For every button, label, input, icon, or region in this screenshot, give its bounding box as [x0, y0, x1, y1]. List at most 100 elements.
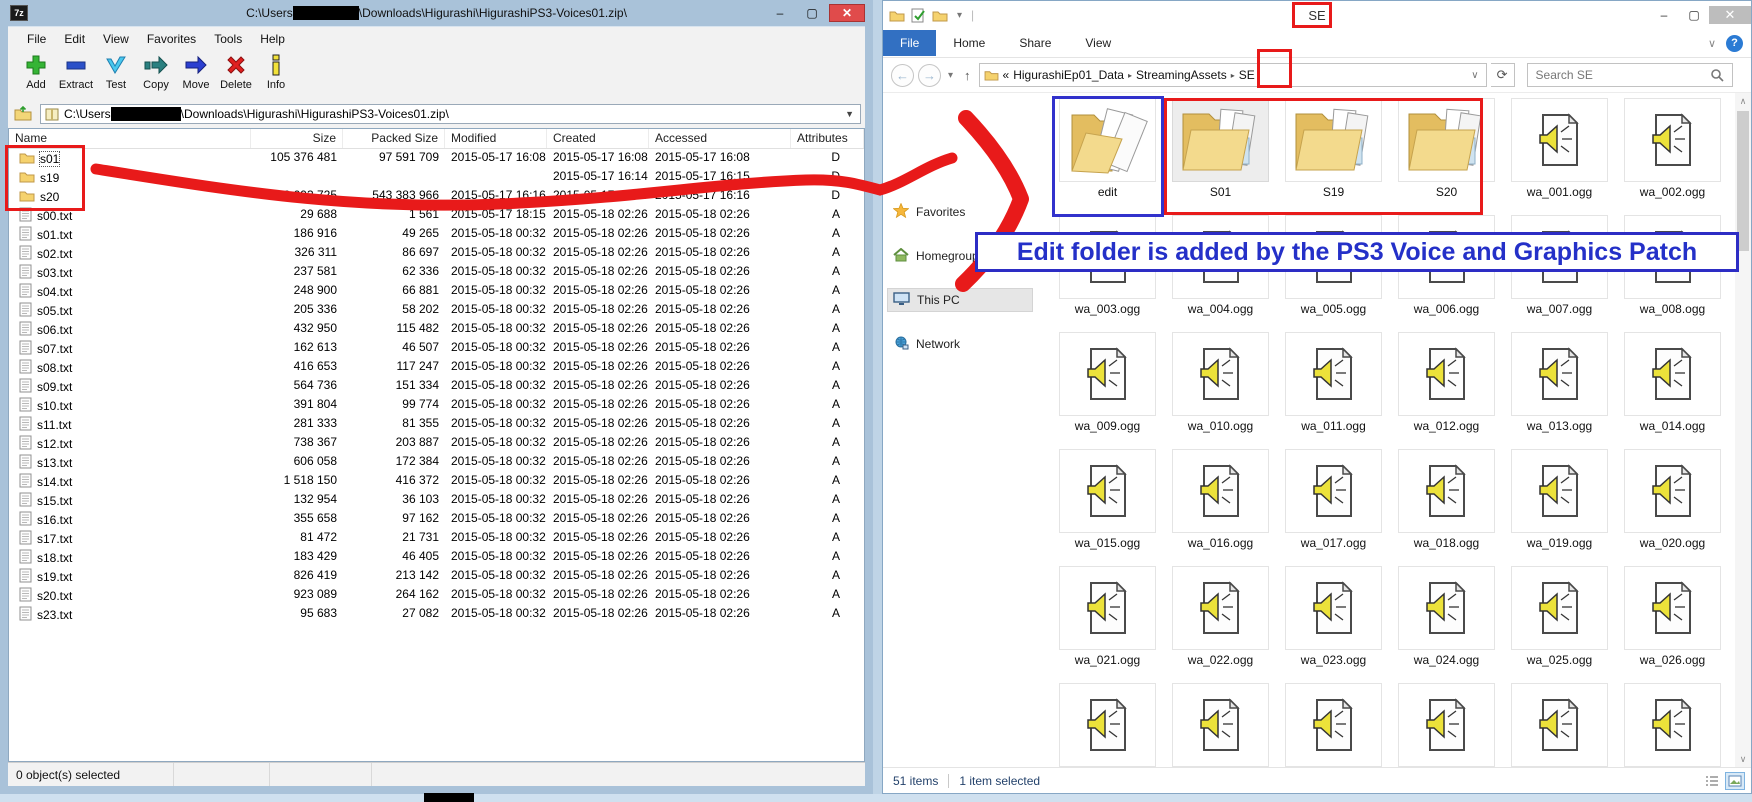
forward-button[interactable]: →: [918, 64, 941, 87]
scroll-up-icon[interactable]: ∧: [1735, 93, 1751, 109]
table-row[interactable]: s07.txt162 61346 5072015-05-18 00:322015…: [9, 339, 864, 358]
table-row[interactable]: s12.txt738 367203 8872015-05-18 00:32201…: [9, 434, 864, 453]
column-header-accessed[interactable]: Accessed: [649, 129, 791, 148]
table-row[interactable]: s16.txt355 65897 1622015-05-18 00:322015…: [9, 510, 864, 529]
file-tile[interactable]: wa_018.ogg: [1398, 449, 1495, 563]
tab-share[interactable]: Share: [1002, 30, 1068, 56]
up-button[interactable]: ↑: [960, 68, 975, 83]
table-row[interactable]: s04.txt248 90066 8812015-05-18 00:322015…: [9, 282, 864, 301]
table-row[interactable]: s17.txt81 47221 7312015-05-18 00:322015-…: [9, 529, 864, 548]
table-row[interactable]: s03.txt237 58162 3362015-05-18 00:322015…: [9, 263, 864, 282]
info-button[interactable]: Info: [256, 50, 296, 91]
test-button[interactable]: Test: [96, 50, 136, 91]
file-tile[interactable]: [1398, 683, 1495, 767]
file-tile[interactable]: wa_008.ogg: [1624, 215, 1721, 329]
file-tile[interactable]: wa_014.ogg: [1624, 332, 1721, 446]
minimize-button[interactable]: –: [765, 4, 795, 22]
file-tile[interactable]: wa_017.ogg: [1285, 449, 1382, 563]
menu-item-help[interactable]: Help: [251, 29, 294, 49]
menu-item-favorites[interactable]: Favorites: [138, 29, 205, 49]
extract-button[interactable]: Extract: [56, 50, 96, 91]
file-tile[interactable]: wa_002.ogg: [1624, 98, 1721, 212]
tab-view[interactable]: View: [1068, 30, 1128, 56]
refresh-icon[interactable]: ⟳: [1491, 63, 1515, 87]
back-button[interactable]: ←: [891, 64, 914, 87]
column-header-created[interactable]: Created: [547, 129, 649, 148]
column-header-size[interactable]: Size: [251, 129, 343, 148]
file-tile[interactable]: wa_023.ogg: [1285, 566, 1382, 680]
table-row[interactable]: s00.txt29 6881 5612015-05-17 18:152015-0…: [9, 206, 864, 225]
file-tile[interactable]: wa_001.ogg: [1511, 98, 1608, 212]
sidebar-item-homegroup[interactable]: Homegroup: [893, 245, 979, 267]
chevron-down-icon[interactable]: ▼: [845, 109, 856, 119]
file-tile[interactable]: wa_026.ogg: [1624, 566, 1721, 680]
folder-tile[interactable]: S20: [1398, 98, 1495, 212]
breadcrumb[interactable]: « HigurashiEp01_Data▸StreamingAssets▸SE …: [979, 63, 1487, 87]
sidebar-item-this-pc[interactable]: This PC: [893, 289, 960, 311]
table-row[interactable]: s08.txt416 653117 2472015-05-18 00:32201…: [9, 358, 864, 377]
breadcrumb-item-higurashiep01_data[interactable]: HigurashiEp01_Data: [1013, 68, 1124, 82]
close-button[interactable]: ✕: [829, 4, 865, 22]
table-row[interactable]: s09.txt564 736151 3342015-05-18 00:32201…: [9, 377, 864, 396]
tab-home[interactable]: Home: [936, 30, 1002, 56]
table-row[interactable]: s20580 093 725543 383 9662015-05-17 16:1…: [9, 187, 864, 206]
folder-tile[interactable]: S01: [1172, 98, 1269, 212]
details-view-icon[interactable]: [1702, 772, 1722, 790]
list-empty-area[interactable]: [9, 624, 864, 761]
file-tile[interactable]: wa_010.ogg: [1172, 332, 1269, 446]
sidebar-item-network[interactable]: Network: [893, 333, 960, 355]
file-tile[interactable]: wa_022.ogg: [1172, 566, 1269, 680]
file-tile[interactable]: wa_006.ogg: [1398, 215, 1495, 329]
sevenzip-titlebar[interactable]: 7z C:\Users\Downloads\Higurashi\Higurash…: [8, 0, 865, 26]
file-tile[interactable]: wa_012.ogg: [1398, 332, 1495, 446]
file-tile[interactable]: [1285, 683, 1382, 767]
add-button[interactable]: Add: [16, 50, 56, 91]
file-tile[interactable]: [1511, 683, 1608, 767]
file-tile[interactable]: wa_025.ogg: [1511, 566, 1608, 680]
table-row[interactable]: s18.txt183 42946 4052015-05-18 00:322015…: [9, 548, 864, 567]
file-tile[interactable]: wa_007.ogg: [1511, 215, 1608, 329]
file-tile[interactable]: wa_021.ogg: [1059, 566, 1156, 680]
file-tile[interactable]: wa_019.ogg: [1511, 449, 1608, 563]
explorer-titlebar[interactable]: ▾ | SE – ▢ ✕: [883, 1, 1751, 29]
maximize-button[interactable]: ▢: [797, 4, 827, 22]
table-row[interactable]: s01105 376 48197 591 7092015-05-17 16:08…: [9, 149, 864, 168]
scroll-down-icon[interactable]: ∨: [1735, 751, 1751, 767]
column-header-modified[interactable]: Modified: [445, 129, 547, 148]
help-icon[interactable]: ?: [1726, 35, 1743, 52]
file-tile[interactable]: wa_005.ogg: [1285, 215, 1382, 329]
file-tile[interactable]: wa_013.ogg: [1511, 332, 1608, 446]
tab-file[interactable]: File: [883, 30, 936, 56]
file-tile[interactable]: [1059, 683, 1156, 767]
minimize-button[interactable]: –: [1649, 6, 1679, 24]
thumbnail-view-icon[interactable]: [1725, 772, 1745, 790]
folder-tile[interactable]: edit: [1059, 98, 1156, 212]
menu-item-edit[interactable]: Edit: [55, 29, 94, 49]
file-tile[interactable]: [1172, 683, 1269, 767]
breadcrumb-item-streamingassets[interactable]: StreamingAssets: [1136, 68, 1227, 82]
vertical-scrollbar[interactable]: ∧ ∨: [1735, 93, 1751, 767]
sidebar-item-favorites[interactable]: Favorites: [893, 201, 965, 223]
menu-item-file[interactable]: File: [18, 29, 55, 49]
scrollbar-thumb[interactable]: [1737, 111, 1749, 251]
table-row[interactable]: s14.txt1 518 150416 3722015-05-18 00:322…: [9, 472, 864, 491]
table-row[interactable]: s11.txt281 33381 3552015-05-18 00:322015…: [9, 415, 864, 434]
file-tile[interactable]: wa_015.ogg: [1059, 449, 1156, 563]
breadcrumb-guillemet[interactable]: «: [1003, 68, 1010, 82]
table-row[interactable]: s15.txt132 95436 1032015-05-18 00:322015…: [9, 491, 864, 510]
menu-item-view[interactable]: View: [94, 29, 138, 49]
ribbon-collapse-icon[interactable]: ∨: [1708, 37, 1716, 50]
address-dropdown-icon[interactable]: ∨: [1468, 70, 1481, 81]
file-tile[interactable]: wa_020.ogg: [1624, 449, 1721, 563]
file-tile[interactable]: wa_004.ogg: [1172, 215, 1269, 329]
up-folder-icon[interactable]: [12, 104, 34, 124]
path-combobox[interactable]: C:\Users\Downloads\Higurashi\HigurashiPS…: [40, 104, 861, 124]
file-tile[interactable]: wa_011.ogg: [1285, 332, 1382, 446]
file-tile[interactable]: wa_016.ogg: [1172, 449, 1269, 563]
history-dropdown-icon[interactable]: ▾: [945, 70, 956, 81]
file-tile[interactable]: wa_024.ogg: [1398, 566, 1495, 680]
move-button[interactable]: Move: [176, 50, 216, 91]
table-row[interactable]: s02.txt326 31186 6972015-05-18 00:322015…: [9, 244, 864, 263]
search-icon[interactable]: [1710, 68, 1724, 82]
table-row[interactable]: s19.txt826 419213 1422015-05-18 00:32201…: [9, 567, 864, 586]
